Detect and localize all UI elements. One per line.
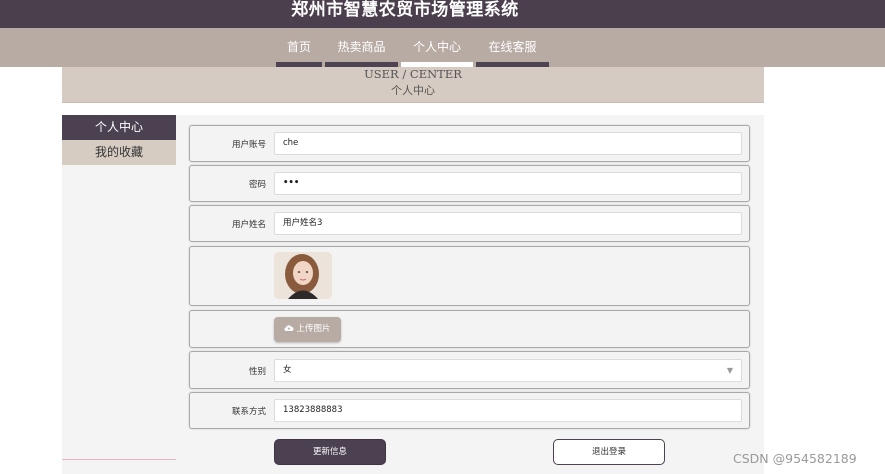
nav-item-home[interactable]: 首页 [276, 38, 322, 58]
page-banner: USER / CENTER 个人中心 [62, 67, 764, 103]
banner-title-cn: 个人中心 [391, 84, 435, 97]
update-info-button[interactable]: 更新信息 [274, 439, 386, 465]
form-row-avatar [189, 246, 750, 306]
name-field[interactable]: 用户姓名3 [274, 212, 742, 235]
avatar-image [274, 252, 332, 299]
site-title: 郑州市智慧农贸市场管理系统 [291, 0, 519, 20]
form-row-account: 用户账号 che [189, 125, 750, 162]
cloud-upload-icon [284, 325, 294, 332]
gender-value: 女 [283, 365, 292, 375]
chevron-down-icon: ▼ [726, 366, 733, 375]
phone-field[interactable]: 13823888883 [274, 399, 742, 422]
password-label: 密码 [248, 180, 266, 190]
account-label: 用户账号 [231, 140, 266, 150]
nav-item-user-center[interactable]: 个人中心 [401, 38, 473, 58]
sidebar-item-user-center[interactable]: 个人中心 [62, 115, 176, 140]
password-field[interactable]: ••• [274, 172, 742, 195]
name-label: 用户姓名 [231, 220, 266, 230]
nav-item-customer-service[interactable]: 在线客服 [476, 38, 549, 58]
form-row-upload: 上传图片 [189, 310, 750, 348]
watermark-text: CSDN @954582189 [733, 451, 857, 466]
logout-button[interactable]: 退出登录 [553, 439, 665, 465]
header-bar: 郑州市智慧农贸市场管理系统 [0, 0, 885, 28]
avatar [274, 252, 332, 299]
form-row-phone: 联系方式 13823888883 [189, 392, 750, 429]
sidebar: 个人中心 我的收藏 [62, 115, 176, 165]
gender-select[interactable]: 女 ▼ [274, 359, 742, 382]
upload-image-button[interactable]: 上传图片 [274, 317, 341, 342]
main-nav: 首页 热卖商品 个人中心 在线客服 [0, 28, 885, 67]
sidebar-divider [62, 459, 176, 460]
gender-label: 性别 [248, 367, 266, 377]
sidebar-item-favorites[interactable]: 我的收藏 [62, 140, 176, 165]
upload-button-label: 上传图片 [296, 324, 331, 334]
form-row-name: 用户姓名 用户姓名3 [189, 205, 750, 242]
nav-item-hot-products[interactable]: 热卖商品 [325, 38, 398, 58]
phone-label: 联系方式 [231, 407, 266, 417]
account-field[interactable]: che [274, 132, 742, 155]
banner-title-en: USER / CENTER [364, 67, 462, 81]
form-row-gender: 性别 女 ▼ [189, 351, 750, 389]
form-row-password: 密码 ••• [189, 165, 750, 202]
